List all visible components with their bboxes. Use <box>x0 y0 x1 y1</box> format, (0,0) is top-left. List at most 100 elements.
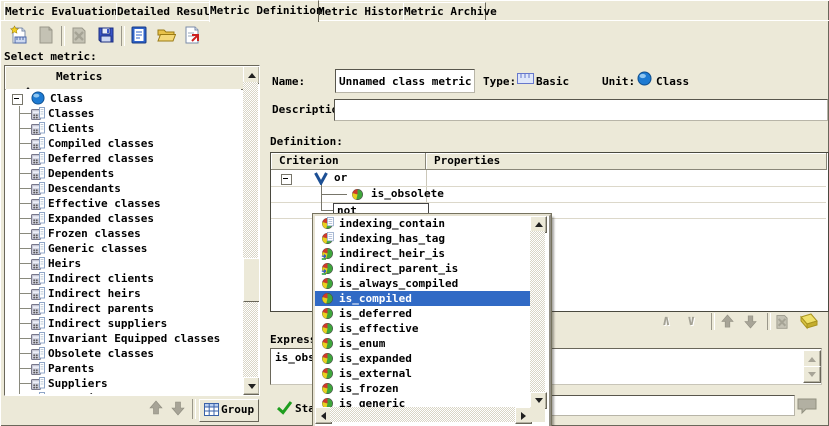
metric-tree-item[interactable]: Indirect parents <box>6 301 241 316</box>
tab-metric-history[interactable]: Metric History <box>317 2 405 21</box>
metric-tree-item[interactable]: Uncompiled classes <box>6 391 241 394</box>
tree-item-label: Obsolete classes <box>48 346 154 361</box>
criterion-option-label: is_always_compiled <box>339 276 458 291</box>
delete-criterion-icon <box>773 313 791 330</box>
criterion-option-label: is_generic <box>339 396 405 407</box>
criterion-option[interactable]: is_enum <box>315 336 530 351</box>
name-field[interactable] <box>335 69 475 93</box>
metric-tree-item[interactable]: Indirect heirs <box>6 286 241 301</box>
criterion-option[interactable]: indexing_contain <box>315 216 530 231</box>
group-toggle-button[interactable]: Group <box>199 399 259 422</box>
metric-tree-item[interactable]: Compiled classes <box>6 136 241 151</box>
criterion-option[interactable]: is_frozen <box>315 381 530 396</box>
export-metrics-icon <box>183 25 203 48</box>
export-metrics-button[interactable] <box>182 25 204 47</box>
tree-scroll-down-button[interactable] <box>243 377 260 395</box>
tree-scrollbar-thumb[interactable] <box>243 258 260 302</box>
move-criterion-down-button[interactable] <box>743 314 758 332</box>
criterion-option-label: indexing_has_tag <box>339 231 445 246</box>
criterion-option-label: indexing_contain <box>339 216 445 231</box>
criterion-option[interactable]: indirect_parent_is <box>315 261 530 276</box>
metric-tree-item[interactable]: Classes <box>6 106 241 121</box>
insert-and-operator-button[interactable]: ∧ <box>662 313 670 329</box>
open-metric-file-button[interactable] <box>155 25 177 47</box>
tab-detailed-result[interactable]: Detailed Result <box>116 2 211 21</box>
metric-tree-item[interactable]: Suppliers <box>6 376 241 391</box>
move-metric-up-button[interactable] <box>148 400 164 416</box>
criterion-option[interactable]: is_external <box>315 366 530 381</box>
tree-item-label: Classes <box>48 106 94 121</box>
metric-tree-item[interactable]: Heirs <box>6 256 241 271</box>
metric-icon <box>31 392 45 394</box>
tab-metric-definition[interactable]: Metric Definition <box>209 0 319 22</box>
move-metric-down-button[interactable] <box>170 400 186 416</box>
criterion-option-label: indirect_parent_is <box>339 261 458 276</box>
criterion-option[interactable]: is_generic <box>315 396 530 407</box>
metric-tree-item[interactable]: Clients <box>6 121 241 136</box>
comment-button[interactable] <box>796 397 818 418</box>
metric-tree-item[interactable]: Indirect clients <box>6 271 241 286</box>
erase-definition-button[interactable] <box>795 313 819 333</box>
description-field[interactable] <box>334 99 828 121</box>
criterion-option-label: is_deferred <box>339 306 412 321</box>
insert-or-operator-button[interactable]: ∨ <box>687 313 695 329</box>
move-criterion-up-button[interactable] <box>720 314 735 332</box>
metric-tree-item[interactable]: Dependents <box>6 166 241 181</box>
tree-item-label: Deferred classes <box>48 151 154 166</box>
ops-separator <box>767 313 771 330</box>
criterion-option[interactable]: indirect_heir_is <box>315 246 530 261</box>
basic-metric-type-icon <box>517 72 534 88</box>
metric-tree-item[interactable]: Deferred classes <box>6 151 241 166</box>
metric-tool-window: Metric Evaluation Detailed Result Metric… <box>0 0 829 426</box>
dropdown-vscroll-track[interactable] <box>530 231 545 392</box>
metric-tree-item[interactable]: Parents <box>6 361 241 376</box>
metric-tree-item[interactable]: Indirect suppliers <box>6 316 241 331</box>
expression-scrollbar[interactable] <box>803 350 820 381</box>
sort-ascending-icon <box>24 74 32 87</box>
tab-metric-archive[interactable]: Metric Archive <box>403 2 486 21</box>
group-button-label: Group <box>221 403 254 416</box>
criterion-option[interactable]: indexing_has_tag <box>315 231 530 246</box>
new-metric-button[interactable] <box>8 25 30 47</box>
metric-tree-item[interactable]: Invariant Equipped classes <box>6 331 241 346</box>
column-header-criterion[interactable]: Criterion <box>271 153 426 170</box>
criterion-option[interactable]: is_compiled <box>315 291 530 306</box>
criterion-option[interactable]: is_deferred <box>315 306 530 321</box>
metric-tree-header[interactable]: Metrics <box>5 66 245 90</box>
duplicate-metric-button[interactable] <box>35 25 57 47</box>
delete-criterion-button[interactable] <box>773 313 791 333</box>
tree-expander[interactable] <box>12 94 23 105</box>
open-folder-icon <box>156 25 176 48</box>
dropdown-hscroll-track[interactable] <box>330 407 515 422</box>
unit-value: Class <box>656 75 689 88</box>
criterion-option[interactable]: is_expanded <box>315 351 530 366</box>
tree-item-label: Indirect clients <box>48 271 154 286</box>
metric-tree-item[interactable]: Generic classes <box>6 241 241 256</box>
delete-metric-button[interactable] <box>68 25 90 47</box>
up-arrow-icon <box>148 400 164 416</box>
criterion-row-is-obsolete[interactable]: is_obsolete <box>271 186 826 202</box>
metric-tree-header-label: Metrics <box>56 70 102 83</box>
metric-tree-item[interactable]: Expanded classes <box>6 211 241 226</box>
new-metric-icon <box>9 25 29 48</box>
import-metrics-button[interactable] <box>128 25 150 47</box>
metric-tree-item[interactable]: Effective classes <box>6 196 241 211</box>
class-unit-icon <box>637 71 652 89</box>
criterion-option[interactable]: is_always_compiled <box>315 276 530 291</box>
status-detail-field[interactable] <box>551 395 795 416</box>
criterion-option-label: is_expanded <box>339 351 412 366</box>
tab-metric-evaluation[interactable]: Metric Evaluation <box>4 2 118 21</box>
collapse-expander[interactable] <box>281 174 292 185</box>
criterion-row-or[interactable]: or <box>271 170 826 186</box>
tree-scrollbar-track[interactable] <box>243 82 258 377</box>
column-header-properties[interactable]: Properties <box>426 153 827 170</box>
criterion-option-label: is_frozen <box>339 381 399 396</box>
metric-tree-item[interactable]: Frozen classes <box>6 226 241 241</box>
criterion-row-label: or <box>334 170 347 186</box>
criterion-option[interactable]: is_effective <box>315 321 530 336</box>
metric-tree-root-class[interactable]: Class <box>6 91 241 106</box>
metric-tree-item[interactable]: Descendants <box>6 181 241 196</box>
criterion-option-label: is_external <box>339 366 412 381</box>
metric-tree-item[interactable]: Obsolete classes <box>6 346 241 361</box>
save-metric-button[interactable] <box>95 25 117 47</box>
